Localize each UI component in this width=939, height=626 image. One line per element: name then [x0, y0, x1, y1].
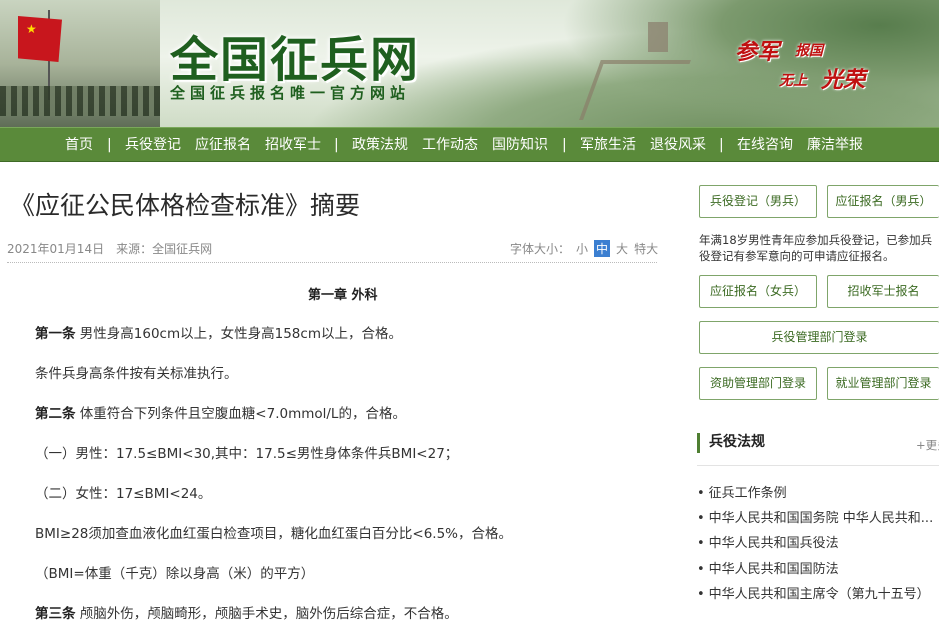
apply-female-button[interactable]: 应征报名（女兵）	[699, 275, 817, 308]
article-paragraph: BMI≥28须加查血液化血红蛋白检查项目，糖化血红蛋白百分比<6.5%，合格。	[35, 522, 512, 542]
bullet-icon: •	[697, 587, 705, 602]
laws-section-header: 兵役法规 +更多	[697, 433, 939, 453]
nav-item-defense[interactable]: 国防知识	[492, 128, 548, 163]
national-flag-icon: ★	[18, 16, 62, 62]
nav-separator: |	[562, 137, 567, 153]
article-title: 《应征公民体格检查标准》摘要	[10, 191, 361, 220]
site-logo-title[interactable]: 全国征兵网	[170, 20, 420, 90]
nav-item-policy[interactable]: 政策法规	[352, 128, 408, 163]
article-paragraph: 第二条 体重符合下列条件且空腹血糖<7.0mmol/L的，合格。	[35, 402, 406, 422]
nav-item-military-life[interactable]: 军旅生活	[580, 128, 636, 163]
nav-item-registration[interactable]: 兵役登记	[125, 128, 181, 163]
law-link[interactable]: • 中华人民共和国兵役法	[697, 532, 839, 551]
paragraph-text: 男性身高160cm以上，女性身高158cm以上，合格。	[75, 326, 402, 342]
law-link[interactable]: • 中华人民共和国主席令（第九十五号）	[697, 583, 930, 602]
soldiers-illustration: ★	[0, 0, 160, 127]
clause-lead: 第一条	[35, 326, 76, 342]
marching-troops	[0, 86, 160, 116]
nav-item-apply[interactable]: 应征报名	[195, 128, 251, 163]
slogan-part1: 参军	[735, 40, 780, 65]
bullet-icon: •	[697, 511, 705, 526]
header-banner: ★ 全国征兵网 全国征兵报名唯一官方网站 参军 报国 无上 光荣	[0, 0, 939, 127]
law-link-label[interactable]: 中华人民共和国主席令（第九十五号）	[709, 587, 930, 602]
nav-item-news[interactable]: 工作动态	[422, 128, 478, 163]
main-nav: 首页 | 兵役登记 应征报名 招收军士 | 政策法规 工作动态 国防知识 | 军…	[0, 127, 939, 162]
article-paragraph: 条件兵身高条件按有关标准执行。	[35, 362, 238, 382]
nav-item-report[interactable]: 廉洁举报	[807, 128, 863, 163]
clause-lead: 第二条	[35, 406, 76, 422]
article-paragraph: （BMI=体重（千克）除以身高（米）的平方）	[35, 562, 314, 582]
article-paragraph: 第三条 颅脑外伤，颅脑畸形，颅脑手术史，脑外伤后综合症，不合格。	[35, 602, 458, 622]
register-male-button[interactable]: 兵役登记（男兵）	[699, 185, 817, 218]
paragraph-text: 颅脑外伤，颅脑畸形，颅脑手术史，脑外伤后综合症，不合格。	[75, 606, 458, 622]
slogan-part2: 报国	[795, 43, 823, 59]
nav-item-veterans[interactable]: 退役风采	[650, 128, 706, 163]
apply-male-button[interactable]: 应征报名（男兵）	[827, 185, 939, 218]
article-paragraph: （一）男性：17.5≤BMI<30,其中：17.5≤男性身体条件兵BMI<27；	[35, 442, 458, 462]
watchtower-illustration	[648, 22, 668, 52]
paragraph-text: 条件兵身高条件按有关标准执行。	[35, 366, 238, 382]
laws-section-title: 兵役法规	[709, 434, 765, 450]
law-link-label[interactable]: 中华人民共和国兵役法	[709, 536, 839, 551]
law-link[interactable]: • 中华人民共和国国防法	[697, 558, 839, 577]
job-login-button[interactable]: 就业管理部门登录	[827, 367, 939, 400]
law-link[interactable]: • 征兵工作条例	[697, 482, 787, 501]
nav-item-consult[interactable]: 在线咨询	[737, 128, 793, 163]
bullet-icon: •	[697, 486, 705, 501]
article-paragraph: 第一条 男性身高160cm以上，女性身高158cm以上，合格。	[35, 322, 402, 342]
paragraph-text: （二）女性：17≤BMI<24。	[35, 486, 212, 502]
nav-item-nco[interactable]: 招收军士	[265, 128, 321, 163]
bullet-icon: •	[697, 536, 705, 551]
divider	[7, 262, 657, 263]
article-meta: 2021年01月14日 来源：全国征兵网	[7, 240, 212, 257]
font-medium-button[interactable]: 中	[594, 240, 611, 257]
font-small-button[interactable]: 小	[576, 242, 588, 256]
law-link-label[interactable]: 中华人民共和国国务院 中华人民共和...	[709, 511, 934, 526]
nav-separator: |	[334, 137, 339, 153]
nav-separator: |	[107, 137, 112, 153]
paragraph-text: （BMI=体重（千克）除以身高（米）的平方）	[35, 566, 315, 582]
chapter-heading: 第一章 外科	[308, 288, 378, 303]
clause-lead: 第三条	[35, 606, 76, 622]
law-link[interactable]: • 中华人民共和国国务院 中华人民共和...	[697, 507, 933, 526]
section-divider	[697, 465, 939, 466]
slogan-part3: 无上	[779, 73, 807, 89]
nav-separator: |	[719, 137, 724, 153]
article-date: 2021年01月14日	[7, 242, 105, 256]
font-large-button[interactable]: 大	[616, 242, 628, 256]
paragraph-text: 体重符合下列条件且空腹血糖<7.0mmol/L的，合格。	[75, 406, 406, 422]
aid-login-button[interactable]: 资助管理部门登录	[699, 367, 817, 400]
nco-apply-button[interactable]: 招收军士报名	[827, 275, 939, 308]
font-size-label: 字体大小：	[510, 242, 571, 256]
paragraph-text: BMI≥28须加查血液化血红蛋白检查项目，糖化血红蛋白百分比<6.5%，合格。	[35, 526, 512, 542]
nav-item-home[interactable]: 首页	[65, 128, 93, 163]
registration-note: 年满18岁男性青年应参加兵役登记，已参加兵役登记有参军意向的可申请应征报名。	[699, 233, 933, 263]
font-size-switcher: 字体大小： 小中大特大	[510, 240, 658, 257]
admin-login-button[interactable]: 兵役管理部门登录	[699, 321, 939, 354]
law-link-label[interactable]: 征兵工作条例	[709, 486, 787, 501]
article-source: 来源：全国征兵网	[116, 242, 213, 256]
site-subtitle: 全国征兵报名唯一官方网站	[170, 84, 411, 102]
paragraph-text: （一）男性：17.5≤BMI<30,其中：17.5≤男性身体条件兵BMI<27；	[35, 446, 459, 462]
bullet-icon: •	[697, 562, 705, 577]
slogan-part4: 光荣	[821, 68, 866, 93]
law-link-label[interactable]: 中华人民共和国国防法	[709, 562, 839, 577]
article-paragraph: （二）女性：17≤BMI<24。	[35, 482, 211, 502]
laws-more-link[interactable]: +更多	[916, 437, 939, 453]
font-xlarge-button[interactable]: 特大	[634, 242, 658, 256]
